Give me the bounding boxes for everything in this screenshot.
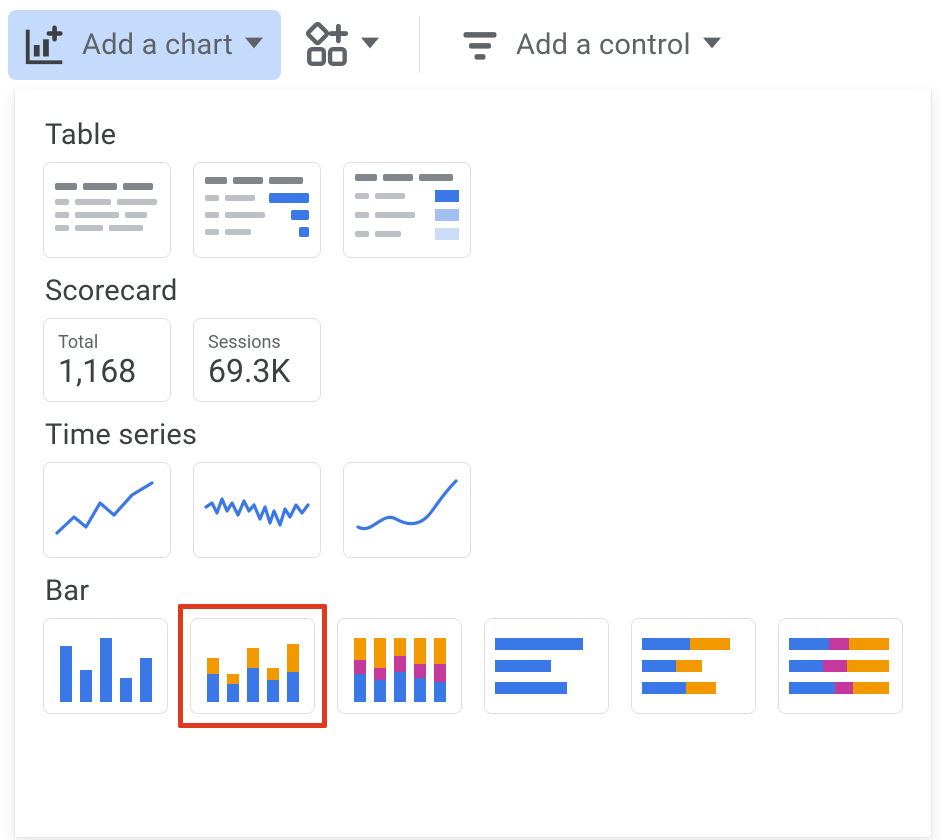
chart-option-timeseries-smooth[interactable] — [343, 462, 471, 558]
scorecard-value: 69.3K — [208, 353, 308, 390]
timeseries-row — [43, 462, 903, 558]
filter-icon — [458, 23, 502, 67]
chart-option-scorecard-compact[interactable]: Sessions 69.3K — [193, 318, 321, 402]
toolbar-separator — [419, 17, 420, 73]
chart-option-bar-stacked-column[interactable] — [190, 618, 315, 714]
community-visualizations-button[interactable] — [287, 10, 395, 80]
chart-option-bar-column[interactable] — [43, 618, 168, 714]
chart-option-bar-horizontal[interactable] — [484, 618, 609, 714]
chart-option-bar-100-stacked-column[interactable] — [337, 618, 462, 714]
scorecard-label: Sessions — [208, 333, 308, 353]
section-title-scorecard: Scorecard — [45, 274, 903, 308]
shapes-plus-icon — [303, 20, 353, 70]
add-chart-icon — [22, 22, 68, 68]
bar-row — [43, 618, 903, 714]
add-control-label: Add a control — [516, 28, 691, 62]
chart-option-timeseries-line[interactable] — [43, 462, 171, 558]
section-title-table: Table — [45, 118, 903, 152]
add-control-button[interactable]: Add a control — [444, 10, 739, 80]
chart-option-table-bars[interactable] — [193, 162, 321, 258]
scorecard-row: Total 1,168 Sessions 69.3K — [43, 318, 903, 402]
caret-down-icon — [245, 34, 263, 56]
table-row — [43, 162, 903, 258]
caret-down-icon — [703, 34, 721, 56]
add-chart-label: Add a chart — [82, 28, 233, 62]
chart-option-table[interactable] — [43, 162, 171, 258]
chart-option-scorecard[interactable]: Total 1,168 — [43, 318, 171, 402]
scorecard-label: Total — [58, 333, 158, 353]
section-title-bar: Bar — [45, 574, 903, 608]
scorecard-value: 1,168 — [58, 353, 158, 390]
caret-down-icon — [361, 34, 379, 56]
chart-option-timeseries-sparkline[interactable] — [193, 462, 321, 558]
add-chart-dropdown: Table — [14, 90, 932, 838]
toolbar: Add a chart Add a control — [0, 0, 940, 90]
chart-option-table-heatmap[interactable] — [343, 162, 471, 258]
section-title-timeseries: Time series — [45, 418, 903, 452]
chart-option-bar-stacked-horizontal[interactable] — [631, 618, 756, 714]
add-chart-button[interactable]: Add a chart — [8, 10, 281, 80]
chart-option-bar-100-stacked-horizontal[interactable] — [778, 618, 903, 714]
